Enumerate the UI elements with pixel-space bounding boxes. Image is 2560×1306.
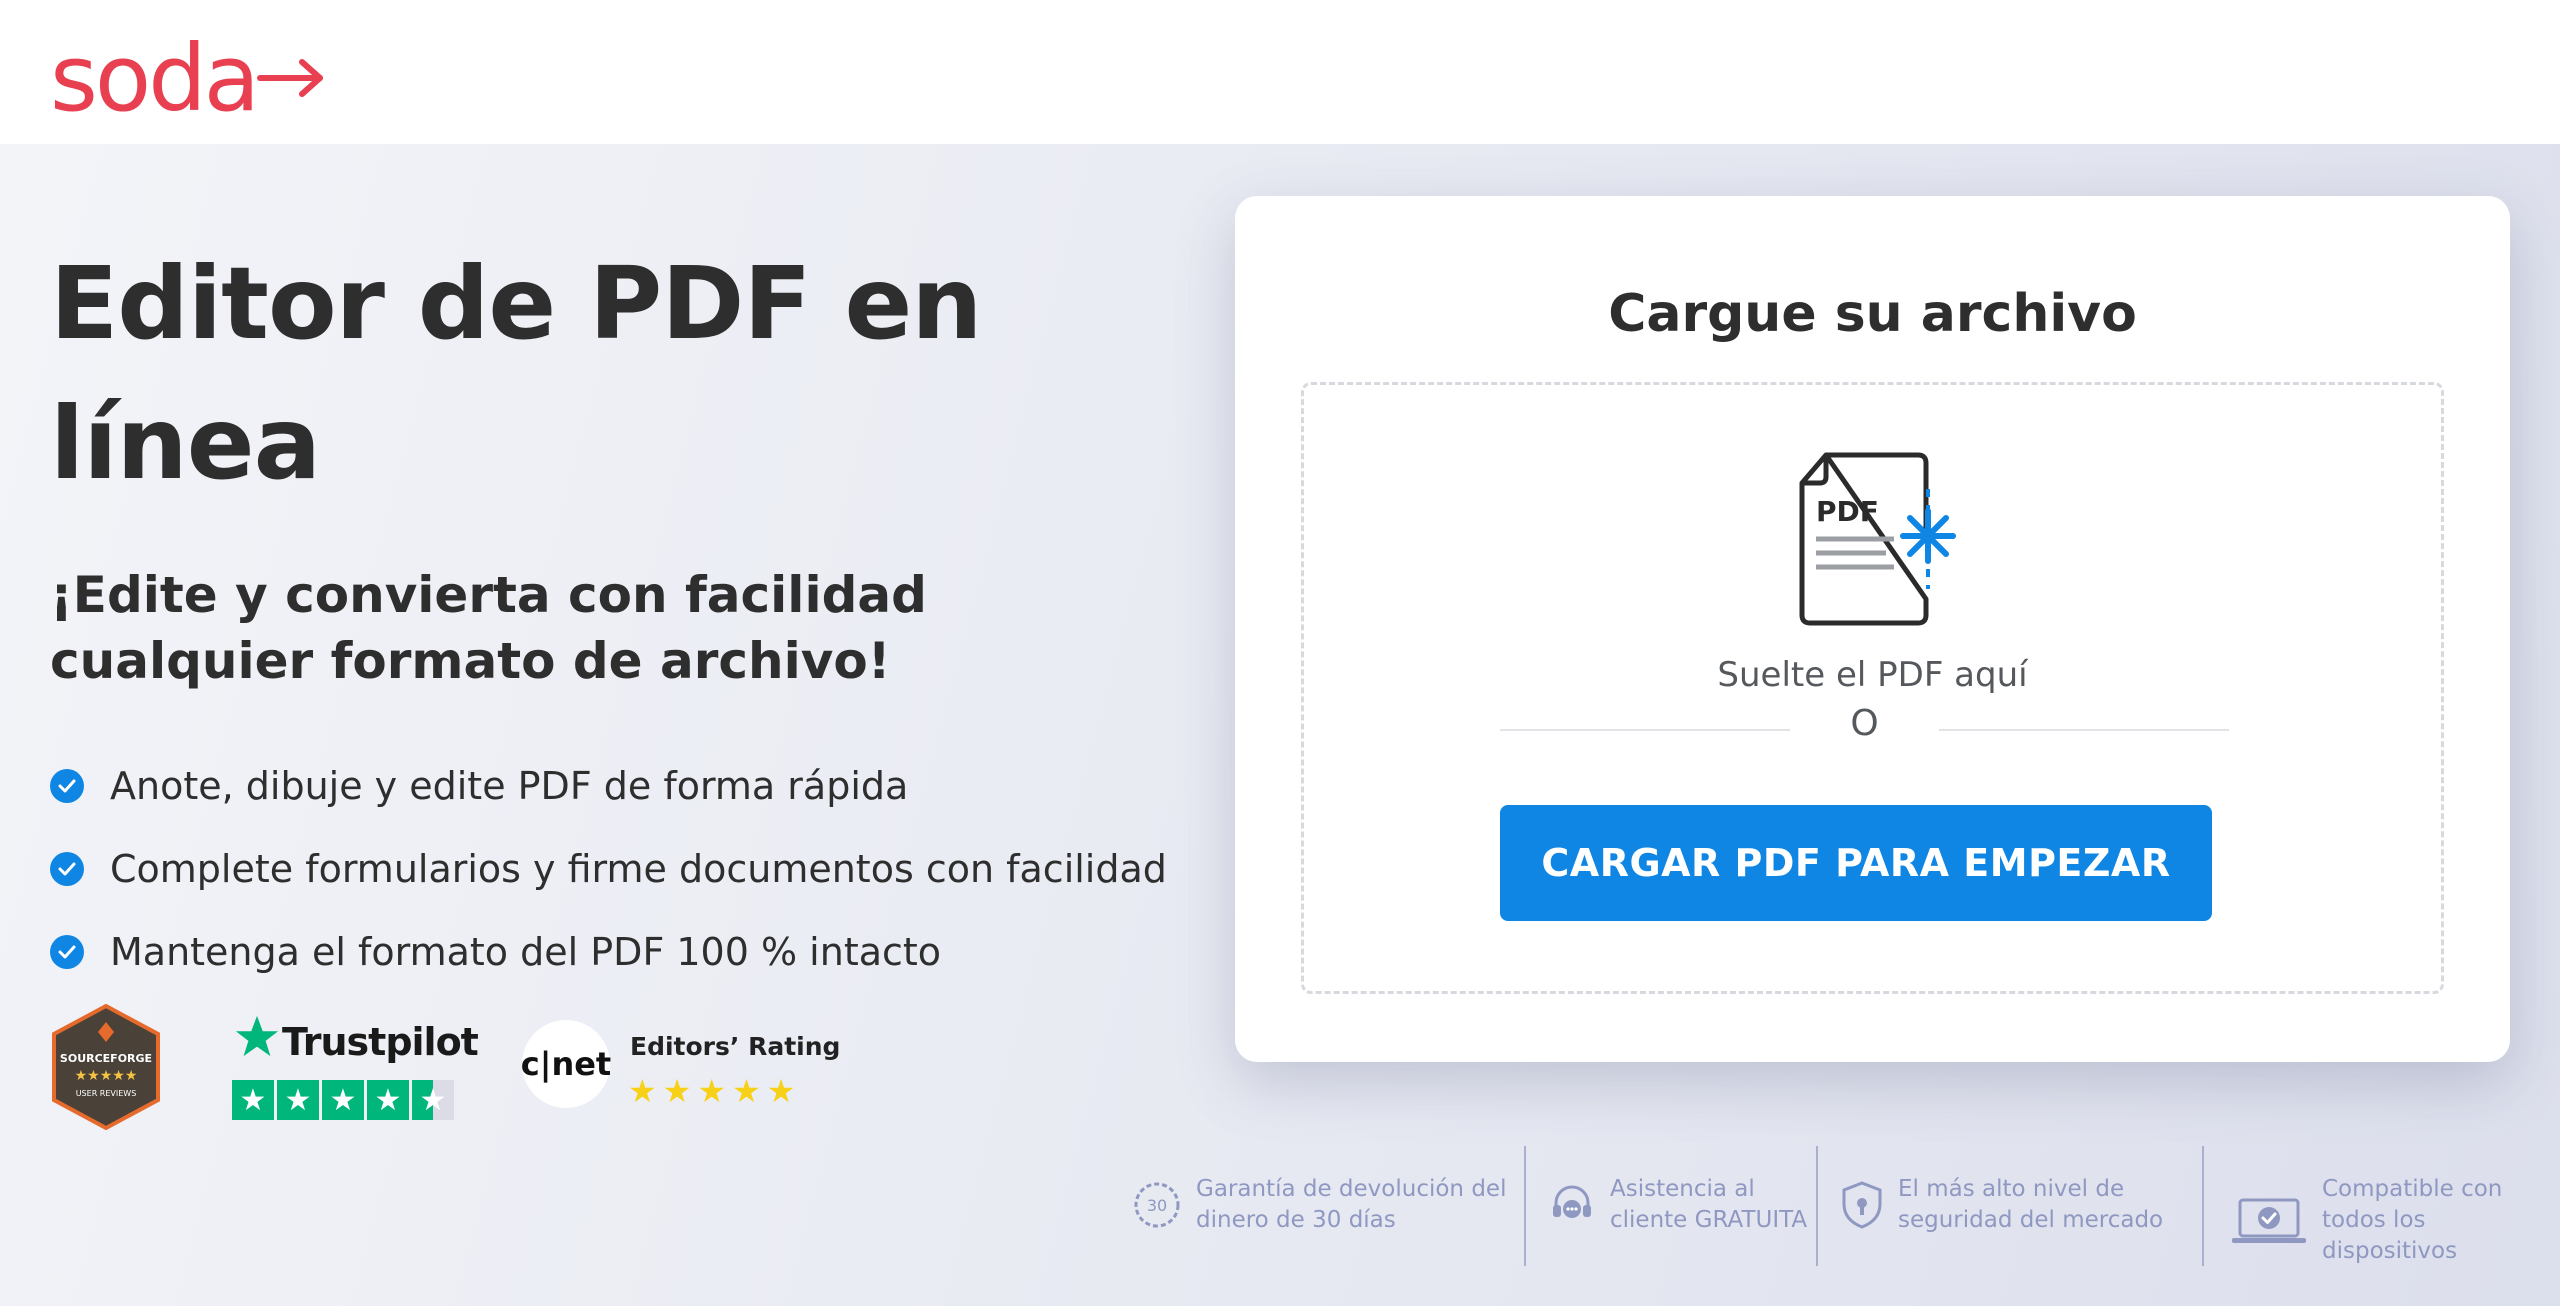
- feature-list: Anote, dibuje y edite PDF de forma rápid…: [50, 744, 1167, 993]
- svg-text:★★★★★: ★★★★★: [75, 1068, 138, 1084]
- drop-instruction: Suelte el PDF aquí: [1717, 655, 2028, 695]
- guarantee-line1: Garantía de devolución del: [1196, 1176, 1507, 1202]
- upload-card: Cargue su archivo PDF Suelte el PDF aquí: [1235, 196, 2510, 1062]
- feature-item: Anote, dibuje y edite PDF de forma rápid…: [50, 744, 1167, 827]
- guarantee-line1: El más alto nivel de: [1898, 1176, 2125, 1202]
- trustpilot-badge: Trustpilot ★ ★ ★ ★ ★: [230, 1010, 479, 1122]
- support-icon: [1553, 1185, 1591, 1218]
- guarantee-line2: todos los dispositivos: [2322, 1207, 2458, 1264]
- guarantee-divider: [1524, 1146, 1526, 1266]
- trustpilot-name: Trustpilot: [282, 1020, 479, 1064]
- security-shield-icon: [1842, 1181, 1882, 1229]
- pdf-icon-label: PDF: [1816, 495, 1879, 528]
- trustpilot-rating: ★ ★ ★ ★ ★: [232, 1080, 457, 1120]
- check-icon: [50, 934, 84, 969]
- feature-item: Complete formularios y firme documentos …: [50, 827, 1167, 910]
- laptop-check-icon: [2232, 1198, 2306, 1243]
- top-bar: soda: [0, 0, 2560, 144]
- divider-left: [1500, 729, 1790, 731]
- guarantee-line1: Compatible con: [2322, 1176, 2503, 1202]
- page-title: Editor de PDF en línea: [50, 245, 982, 502]
- sourceforge-name: SOURCEFORGE: [60, 1052, 152, 1065]
- guarantee-support: Asistencia al cliente GRATUITA: [1548, 1174, 1807, 1236]
- guarantee-compatible: Compatible con todos los dispositivos: [2230, 1174, 2560, 1267]
- page-subtitle: ¡Edite y convierta con facilidad cualqui…: [50, 566, 927, 690]
- upload-pdf-button[interactable]: CARGAR PDF PARA EMPEZAR: [1500, 805, 2212, 921]
- pdf-dropzone[interactable]: PDF Suelte el PDF aquí O CARGAR PDF PARA…: [1301, 382, 2444, 994]
- logo-wordmark: soda: [50, 25, 257, 118]
- sourceforge-badge: SOURCEFORGE ★★★★★ USER REVIEWS: [50, 1003, 162, 1131]
- cnet-title: Editors’ Rating: [630, 1032, 841, 1061]
- guarantee-security: El más alto nivel de seguridad del mercad…: [1840, 1174, 2163, 1236]
- svg-text:30: 30: [1147, 1196, 1167, 1215]
- feature-item: Mantenga el formato del PDF 100 % intact…: [50, 910, 1167, 993]
- sourceforge-sub: USER REVIEWS: [76, 1089, 137, 1098]
- guarantee-money-back: 30 Garantía de devolución del dinero de 3…: [1132, 1174, 1506, 1236]
- guarantee-line1: Asistencia al: [1610, 1176, 1755, 1202]
- trustpilot-star-icon: [235, 1015, 279, 1057]
- hero-section: Editor de PDF en línea ¡Edite y conviert…: [0, 144, 2560, 1306]
- or-separator: O: [1850, 703, 1879, 744]
- guarantee-divider: [2202, 1146, 2204, 1266]
- pdf-file-icon: PDF: [1799, 452, 1956, 626]
- feature-text: Complete formularios y firme documentos …: [110, 846, 1167, 891]
- guarantee-line2: cliente GRATUITA: [1610, 1207, 1808, 1233]
- check-icon: [50, 768, 84, 803]
- upload-title: Cargue su archivo: [1608, 284, 2137, 344]
- soda-logo[interactable]: soda: [50, 18, 330, 132]
- cnet-logo: c|net: [521, 1020, 611, 1108]
- feature-text: Anote, dibuje y edite PDF de forma rápid…: [110, 763, 909, 808]
- feature-text: Mantenga el formato del PDF 100 % intact…: [110, 929, 942, 974]
- check-icon: [50, 851, 84, 886]
- divider-right: [1939, 729, 2229, 731]
- guarantee-divider: [1816, 1146, 1818, 1266]
- guarantee-line2: seguridad del mercado: [1898, 1207, 2164, 1233]
- cnet-badge: c|net Editors’ Rating ★★★★★: [521, 1012, 840, 1122]
- guarantee-line2: dinero de 30 días: [1196, 1207, 1396, 1233]
- cnet-stars: ★★★★★: [628, 1072, 802, 1110]
- money-back-icon: 30: [1134, 1182, 1180, 1228]
